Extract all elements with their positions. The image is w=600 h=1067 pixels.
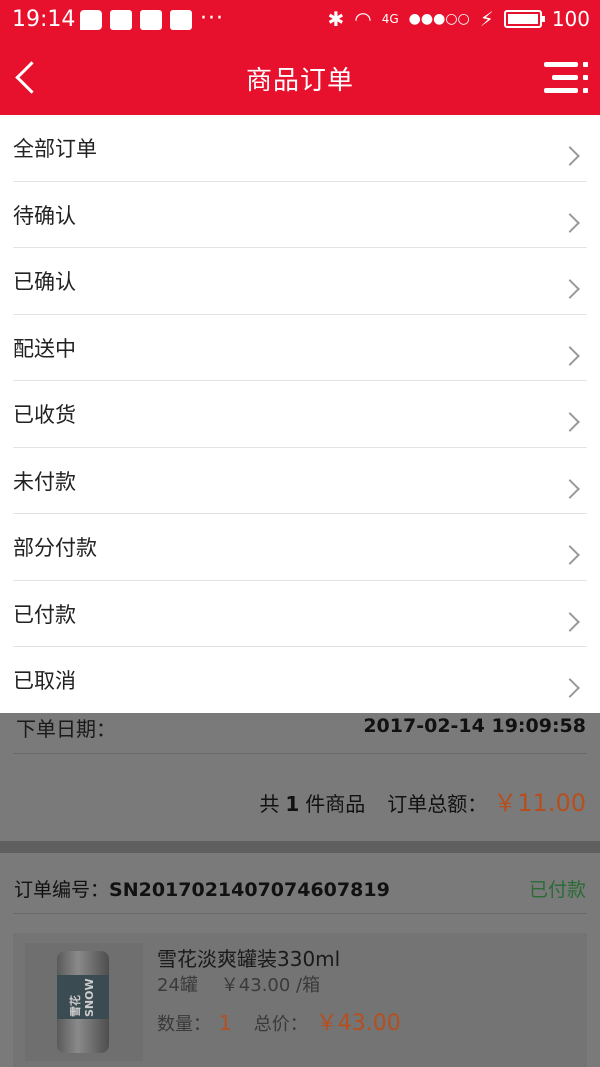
order-date-label: 下单日期： bbox=[16, 717, 116, 741]
menu-item-label: 待确认 bbox=[13, 203, 76, 228]
image-icon bbox=[170, 10, 192, 30]
notification-icons: ··· bbox=[80, 6, 224, 31]
menu-item-delivering[interactable]: 配送中 bbox=[13, 315, 587, 381]
chevron-right-icon bbox=[560, 212, 580, 233]
charging-icon: ⚡ bbox=[479, 7, 494, 31]
product-name: 雪花淡爽罐装330ml bbox=[157, 947, 341, 971]
menu-item-label: 已取消 bbox=[13, 669, 76, 693]
menu-item-all-orders[interactable]: 全部订单 bbox=[13, 115, 587, 182]
signal-icon: ●●●○○ bbox=[408, 11, 470, 27]
menu-button[interactable] bbox=[544, 60, 588, 96]
chevron-right-icon bbox=[560, 478, 580, 499]
chevron-right-icon bbox=[560, 146, 580, 166]
wifi-icon: ◠ bbox=[354, 7, 372, 31]
product-total-label: 总价： bbox=[253, 1014, 308, 1035]
menu-icon-dot bbox=[583, 88, 588, 93]
bluetooth-icon: ✱ bbox=[327, 7, 345, 31]
menu-item-label: 全部订单 bbox=[13, 137, 97, 161]
section-gap bbox=[0, 841, 600, 853]
product-total-value: ￥43.00 bbox=[315, 1011, 401, 1036]
divider bbox=[13, 753, 587, 754]
menu-item-cancelled[interactable]: 已取消 bbox=[13, 647, 587, 714]
chevron-right-icon bbox=[560, 412, 580, 432]
status-bar: 19:14 ··· ✱ ◠ 4G ●●●○○ ⚡ 100 bbox=[0, 0, 600, 42]
document-icon bbox=[110, 10, 132, 30]
menu-icon-bar bbox=[544, 88, 578, 93]
chevron-right-icon bbox=[560, 678, 580, 698]
menu-item-partially-paid[interactable]: 部分付款 bbox=[13, 514, 587, 581]
order-status-badge: 已付款 bbox=[528, 879, 586, 901]
product-unit-price: ￥43.00 /箱 bbox=[220, 975, 321, 996]
system-icons: ✱ ◠ 4G ●●●○○ ⚡ 100 bbox=[328, 7, 590, 31]
status-time: 19:14 bbox=[12, 7, 76, 32]
product-item[interactable]: 雪花 SNOW 雪花淡爽罐装330ml 24罐 ￥43.00 /箱 数量： 1 … bbox=[13, 933, 587, 1067]
menu-item-label: 已确认 bbox=[13, 270, 76, 294]
product-quantity-row: 数量： 1 总价： ￥43.00 bbox=[157, 1005, 401, 1037]
menu-icon-bar bbox=[552, 75, 578, 80]
menu-icon bbox=[544, 62, 578, 67]
menu-icon-dot bbox=[583, 75, 588, 80]
chevron-right-icon bbox=[560, 611, 580, 632]
order-status-menu: 全部订单 待确认 已确认 配送中 已收货 未付款 部分付款 已付款 已取消 bbox=[0, 115, 600, 713]
previous-order-summary: 下单日期： 2017-02-14 19:09:58 共 1 件商品 订单总额： … bbox=[0, 713, 600, 841]
count-suffix: 件商品 bbox=[305, 792, 366, 816]
chevron-right-icon bbox=[560, 279, 580, 299]
menu-item-received[interactable]: 已收货 bbox=[13, 381, 587, 448]
battery-icon bbox=[503, 10, 545, 28]
product-pack-size: 24罐 bbox=[157, 975, 198, 996]
chevron-right-icon bbox=[560, 545, 580, 565]
order-total-summary: 共 1 件商品 订单总额： ￥11.00 bbox=[259, 783, 586, 818]
chevron-right-icon bbox=[560, 345, 580, 366]
nav-bar: 商品订单 bbox=[0, 42, 600, 115]
order-number-value: SN2017021407074607819 bbox=[109, 879, 390, 901]
menu-item-confirmed[interactable]: 已确认 bbox=[13, 248, 587, 315]
network-type: 4G bbox=[381, 12, 399, 26]
item-count: 1 bbox=[285, 792, 300, 816]
menu-item-label: 配送中 bbox=[13, 336, 76, 361]
quantity-value: 1 bbox=[219, 1011, 232, 1035]
menu-icon-dot bbox=[583, 62, 588, 67]
count-prefix: 共 bbox=[259, 792, 280, 816]
quantity-label: 数量： bbox=[157, 1014, 211, 1035]
message-icon bbox=[80, 10, 102, 30]
order-list-background: 下单日期： 2017-02-14 19:09:58 共 1 件商品 订单总额： … bbox=[0, 713, 600, 1067]
product-spec: 24罐 ￥43.00 /箱 bbox=[157, 971, 320, 997]
menu-item-pending-confirm[interactable]: 待确认 bbox=[13, 182, 587, 248]
menu-item-label: 未付款 bbox=[13, 469, 76, 494]
order-total-label: 订单总额： bbox=[387, 792, 488, 816]
beer-can-icon: 雪花 SNOW bbox=[57, 951, 109, 1053]
menu-item-label: 已付款 bbox=[13, 602, 76, 627]
order-total-value: ￥11.00 bbox=[493, 789, 586, 817]
menu-item-label: 部分付款 bbox=[13, 536, 97, 560]
page-title: 商品订单 bbox=[245, 66, 354, 96]
mail-icon bbox=[140, 10, 162, 30]
can-brand-text: 雪花 SNOW bbox=[69, 978, 96, 1017]
menu-item-paid[interactable]: 已付款 bbox=[13, 581, 587, 647]
order-date-value: 2017-02-14 19:09:58 bbox=[363, 715, 586, 737]
product-image: 雪花 SNOW bbox=[25, 943, 143, 1061]
order-card[interactable]: 订单编号：SN2017021407074607819 已付款 雪花 SNOW 雪… bbox=[0, 853, 600, 1067]
menu-item-label: 已收货 bbox=[13, 403, 76, 427]
menu-item-unpaid[interactable]: 未付款 bbox=[13, 448, 587, 514]
battery-level: 100 bbox=[551, 7, 590, 31]
order-number: 订单编号：SN2017021407074607819 bbox=[14, 875, 390, 902]
more-notifications-icon: ··· bbox=[200, 6, 224, 31]
order-number-label: 订单编号： bbox=[14, 879, 110, 901]
divider bbox=[13, 913, 587, 914]
